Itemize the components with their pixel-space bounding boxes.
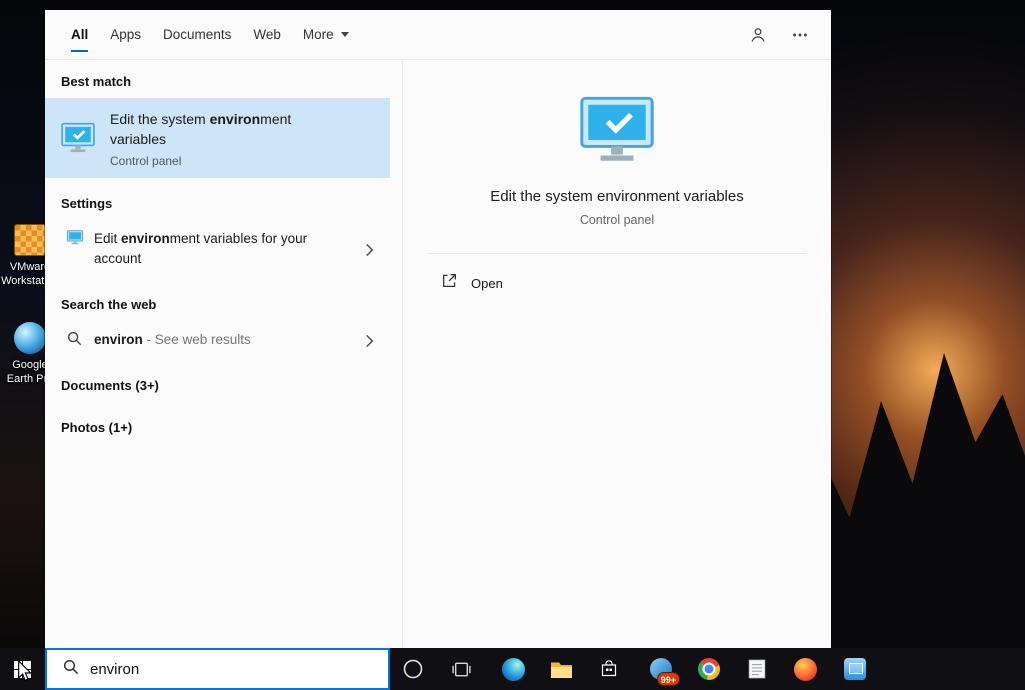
best-match-header: Best match	[45, 60, 390, 98]
chevron-right-icon[interactable]	[365, 243, 374, 257]
preview-title: Edit the system environment variables	[490, 188, 743, 205]
cortana-icon	[402, 658, 424, 680]
tab-label: Web	[253, 27, 281, 42]
tab-label: Documents	[163, 27, 231, 42]
notepad-icon	[748, 659, 766, 679]
notification-badge: 99+	[657, 672, 680, 686]
settings-result-title: Edit environment variables for your acco…	[94, 229, 336, 269]
store-bag-icon	[599, 659, 619, 679]
header-actions	[749, 10, 809, 60]
open-icon	[441, 272, 458, 294]
preview-divider	[427, 253, 807, 254]
globe-icon	[14, 322, 46, 354]
ellipsis-icon[interactable]	[791, 26, 809, 44]
task-view-icon	[451, 659, 472, 680]
preview-subtitle: Control panel	[580, 213, 654, 227]
best-match-subtitle: Control panel	[110, 154, 335, 168]
start-search-flyout: All Apps Documents Web More	[45, 10, 831, 648]
store-button[interactable]	[589, 648, 629, 690]
results-list: Best match Edit the system environment v…	[45, 60, 390, 648]
taskbar-search-box[interactable]: environ	[45, 648, 390, 690]
chevron-down-icon	[341, 32, 349, 37]
photos-section-header[interactable]: Photos (1+)	[45, 402, 390, 444]
tab-label: Apps	[110, 27, 141, 42]
search-results-body: Best match Edit the system environment v…	[45, 60, 831, 648]
best-match-title: Edit the system environment variables	[110, 109, 335, 149]
edge-icon	[502, 658, 525, 681]
search-filter-tabs: All Apps Documents Web More	[45, 10, 831, 60]
best-match-text: Edit the system environment variables Co…	[110, 109, 335, 168]
settings-result-edit-env-vars[interactable]: Edit environment variables for your acco…	[45, 220, 390, 279]
blue-app-button[interactable]	[835, 648, 875, 690]
tab-label: More	[303, 27, 334, 42]
result-preview-panel: Edit the system environment variables Co…	[402, 60, 831, 648]
settings-section-header: Settings	[45, 178, 390, 220]
open-label: Open	[471, 276, 503, 291]
documents-section-header[interactable]: Documents (3+)	[45, 360, 390, 402]
red-app-button[interactable]	[785, 648, 825, 690]
blue-app-icon	[844, 658, 866, 680]
red-app-icon	[794, 658, 817, 681]
user-account-icon[interactable]	[749, 26, 767, 44]
tab-web[interactable]: Web	[253, 10, 281, 59]
notification-app-button[interactable]: 99+	[641, 648, 681, 690]
open-action[interactable]: Open	[403, 262, 831, 304]
search-icon	[63, 659, 79, 680]
tab-label: All	[71, 27, 88, 42]
system-properties-icon	[61, 122, 95, 154]
tab-all[interactable]: All	[71, 10, 88, 59]
task-view-button[interactable]	[441, 648, 481, 690]
tab-more[interactable]: More	[303, 10, 349, 59]
edge-button[interactable]	[493, 648, 533, 690]
vmware-icon	[14, 224, 46, 256]
file-explorer-button[interactable]	[541, 648, 581, 690]
web-section-header: Search the web	[45, 279, 390, 321]
chrome-button[interactable]	[689, 648, 729, 690]
web-search-suggestion[interactable]: environ - See web results	[45, 321, 390, 360]
system-properties-icon-large	[578, 96, 656, 164]
search-icon	[67, 331, 83, 347]
file-explorer-icon	[550, 660, 573, 679]
chrome-icon	[698, 658, 720, 680]
search-input-value[interactable]: environ	[90, 661, 139, 678]
mouse-cursor	[17, 661, 32, 687]
tab-apps[interactable]: Apps	[110, 10, 141, 59]
tabs-group: All Apps Documents Web More	[71, 10, 371, 59]
tab-documents[interactable]: Documents	[163, 10, 231, 59]
chevron-right-icon[interactable]	[365, 334, 374, 348]
system-properties-icon-small	[67, 230, 83, 246]
notepad-button[interactable]	[737, 648, 777, 690]
best-match-result[interactable]: Edit the system environment variables Co…	[45, 98, 390, 178]
web-suggestion-text: environ - See web results	[94, 330, 251, 350]
cortana-button[interactable]	[393, 648, 433, 690]
